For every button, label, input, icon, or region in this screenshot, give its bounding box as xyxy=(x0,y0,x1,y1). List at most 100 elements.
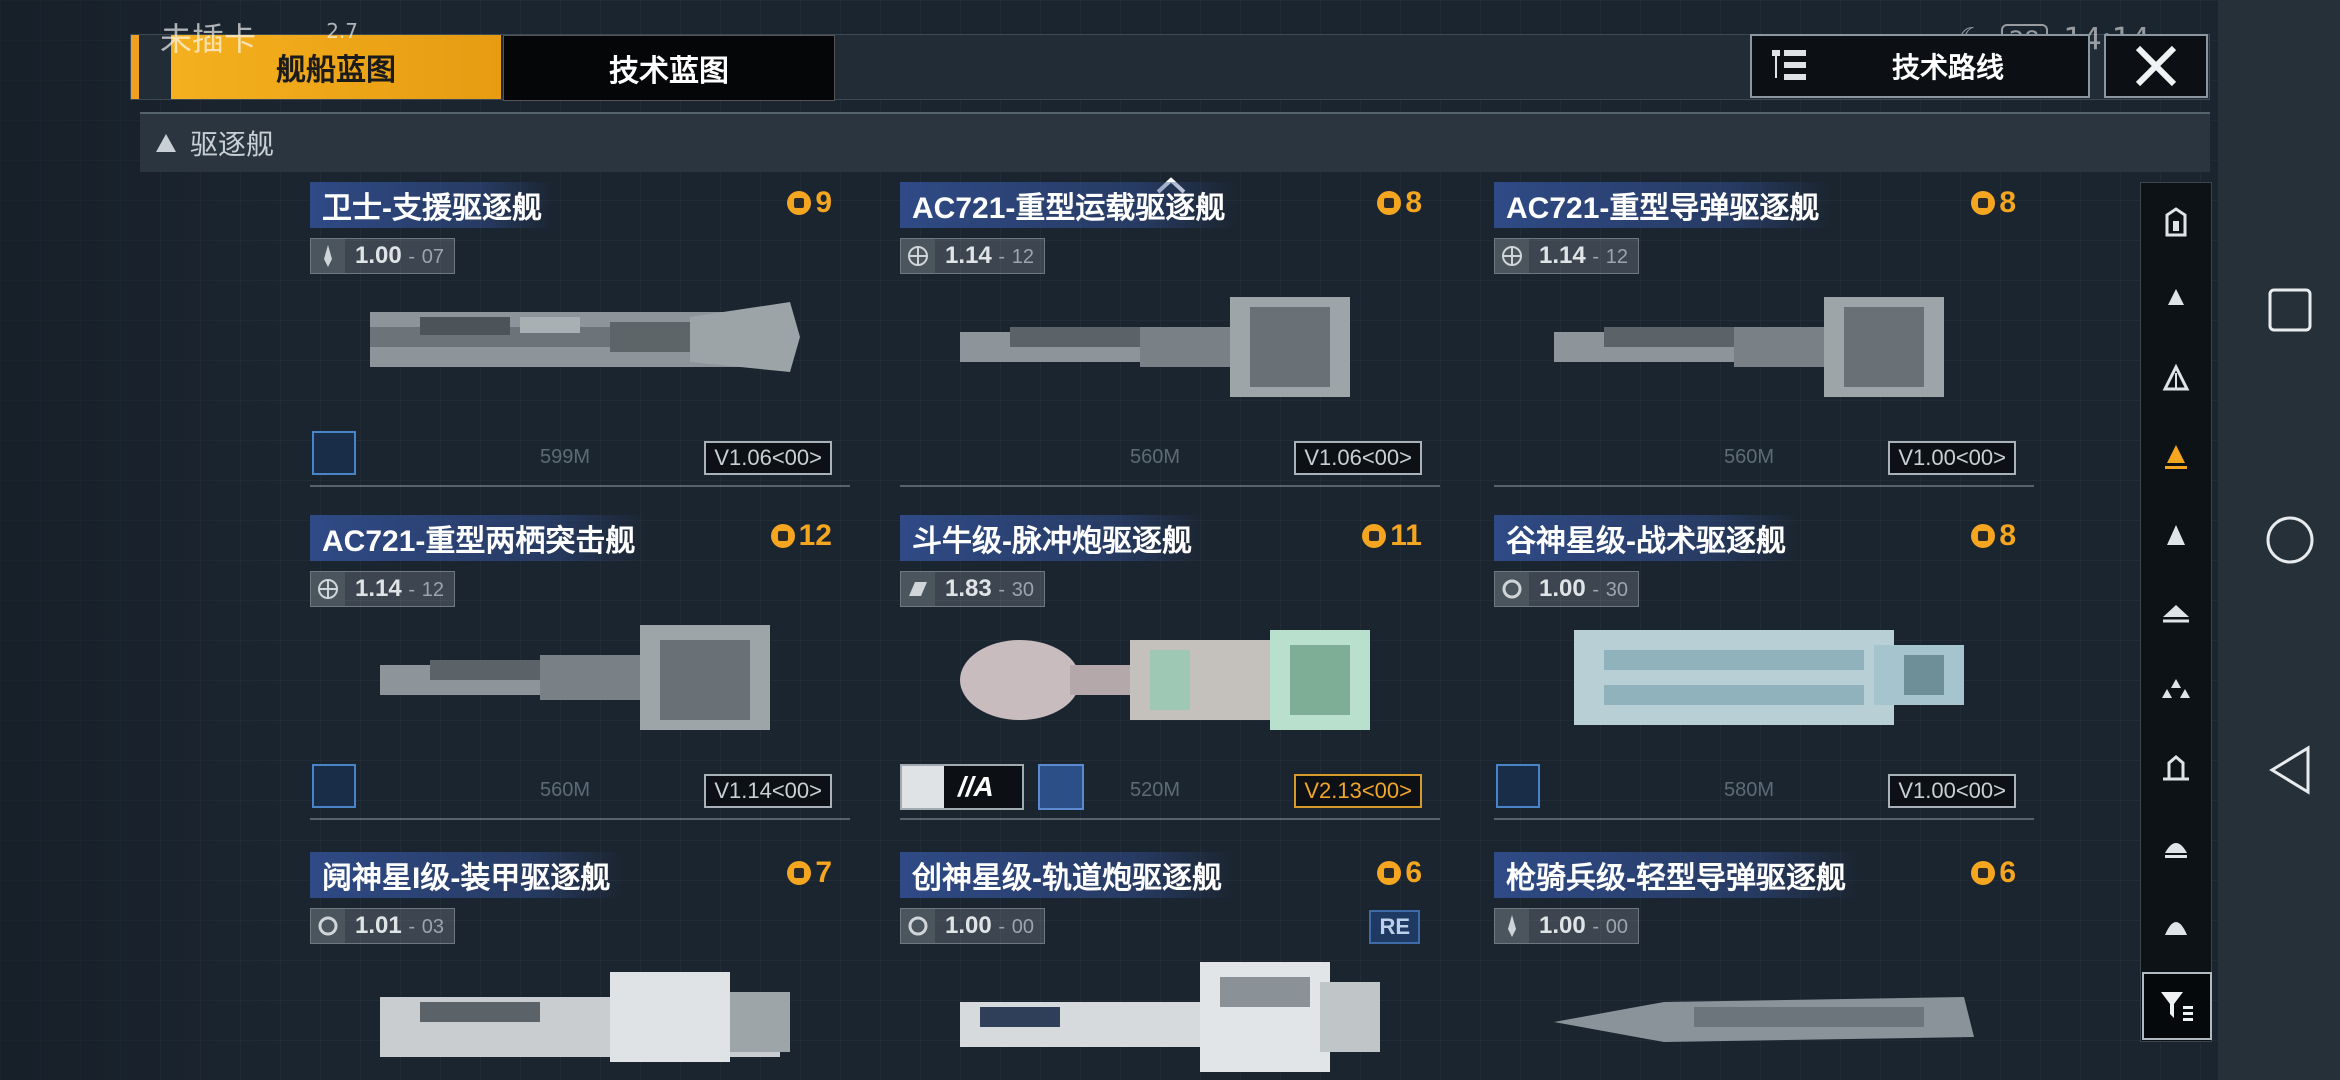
ship-cost: 8 xyxy=(1971,186,2016,220)
frigate-icon xyxy=(2167,525,2185,545)
ship-image xyxy=(370,302,800,372)
ship-version: V1.00<00> xyxy=(1888,441,2016,475)
ship-card[interactable]: AC721-重型运载驱逐舰 8 1.14 - 12 560M V1.06<00> xyxy=(900,182,1440,487)
recent-apps-button[interactable] xyxy=(2260,280,2320,340)
card-divider xyxy=(900,818,1440,820)
circle-icon xyxy=(2266,516,2314,564)
utility-ship-icon xyxy=(2165,922,2187,935)
chevron-rank-icon xyxy=(902,766,944,808)
filter-corvette[interactable] xyxy=(2141,573,2211,651)
ship-card[interactable]: 阋神星I级-装甲驱逐舰 7 1.01 - 03 xyxy=(310,852,850,1080)
corvette-icon xyxy=(2163,605,2189,623)
ship-spec: 1.00 - 00 xyxy=(1494,908,1639,944)
re-badge: RE xyxy=(1369,910,1420,944)
ship-name: 枪骑兵级-轻型导弹驱逐舰 xyxy=(1494,852,1858,898)
category-header[interactable]: 驱逐舰 xyxy=(140,112,2210,172)
tab-tech-blueprint[interactable]: 技术蓝图 xyxy=(503,35,835,101)
ship-length: 580M xyxy=(1724,779,1775,801)
filter-support[interactable] xyxy=(2141,807,2211,885)
fighter-icon xyxy=(2162,679,2190,698)
ship-card[interactable]: 斗牛级-脉冲炮驱逐舰 11 1.83 - 30 //A 520M V2.13<0… xyxy=(900,515,1440,820)
cost-coin-icon xyxy=(1377,861,1402,885)
fleet-tag-icon xyxy=(1496,764,1540,808)
rocket-icon xyxy=(311,239,345,273)
square-icon xyxy=(2268,288,2312,332)
ship-image xyxy=(380,972,790,1062)
ship-name: AC721-重型导弹驱逐舰 xyxy=(1494,182,1832,228)
ship-card[interactable]: AC721-重型导弹驱逐舰 8 1.14 - 12 560M V1.00<00> xyxy=(1494,182,2034,487)
ship-name: 卫士-支援驱逐舰 xyxy=(310,182,554,228)
cost-coin-icon xyxy=(787,191,812,215)
ship-image xyxy=(960,630,1370,730)
ship-spec: 1.00 - 00 xyxy=(900,908,1045,944)
ship-image xyxy=(960,297,1350,397)
card-divider xyxy=(900,485,1440,487)
ship-length: 560M xyxy=(540,779,591,801)
gear-icon xyxy=(901,909,935,943)
ship-cost: 6 xyxy=(1377,856,1422,890)
ship-length: 560M xyxy=(1130,446,1181,468)
globe-icon xyxy=(1495,239,1529,273)
cost-coin-icon xyxy=(1971,524,1996,548)
destroyer-class-icon xyxy=(156,134,176,152)
fleet-tag-icon xyxy=(312,431,356,475)
filter-battleship[interactable] xyxy=(2141,261,2211,339)
ship-cost: 6 xyxy=(1971,856,2016,890)
cost-coin-icon xyxy=(1377,191,1402,215)
ship-image xyxy=(1554,997,1974,1042)
filter-destroyer[interactable] xyxy=(2141,417,2211,495)
filter-button[interactable] xyxy=(2142,972,2212,1040)
tech-route-button[interactable]: 技术路线 xyxy=(1750,34,2090,98)
carrier-icon xyxy=(2165,207,2187,237)
support-ship-icon xyxy=(2165,843,2187,858)
globe-icon xyxy=(311,572,345,606)
class-filter-sidebar xyxy=(2140,182,2212,1042)
filter-fighter[interactable] xyxy=(2141,651,2211,729)
back-button[interactable] xyxy=(2260,740,2320,800)
station-icon xyxy=(2163,755,2189,781)
home-button[interactable] xyxy=(2260,510,2320,570)
filter-frigate[interactable] xyxy=(2141,495,2211,573)
ship-card[interactable]: 谷神星级-战术驱逐舰 8 1.00 - 30 580M V1.00<00> xyxy=(1494,515,2034,820)
ship-cost: 7 xyxy=(787,856,832,890)
rocket-icon xyxy=(1495,909,1529,943)
ship-cost: 11 xyxy=(1362,519,1422,553)
category-label: 驱逐舰 xyxy=(190,129,275,160)
status-bar-left: 未插卡 2.7 xyxy=(160,14,358,60)
ship-length: 520M xyxy=(1130,779,1181,801)
ship-card[interactable]: AC721-重型两栖突击舰 12 1.14 - 12 560M V1.14<00… xyxy=(310,515,850,820)
close-icon xyxy=(2135,45,2177,87)
filter-icon xyxy=(2161,992,2193,1021)
ship-spec: 1.00 - 30 xyxy=(1494,571,1639,607)
cost-coin-icon xyxy=(1971,191,1996,215)
ship-length: 560M xyxy=(1724,446,1775,468)
ship-card[interactable]: 卫士-支援驱逐舰 9 1.00 - 07 599M V1.06<00> xyxy=(310,182,850,487)
tier-tag: //A xyxy=(900,764,1024,810)
ship-name: 谷神星级-战术驱逐舰 xyxy=(1494,515,1798,561)
filter-cruiser[interactable] xyxy=(2141,339,2211,417)
gear-icon xyxy=(311,909,345,943)
ship-card[interactable]: 创神星级-轨道炮驱逐舰 6 RE 1.00 - 00 xyxy=(900,852,1440,1080)
gear-icon xyxy=(1495,572,1529,606)
card-divider xyxy=(1494,485,2034,487)
carrier-text: 未插卡 xyxy=(160,20,257,58)
ship-card[interactable]: 枪骑兵级-轻型导弹驱逐舰 6 1.00 - 00 xyxy=(1494,852,2034,1080)
cost-coin-icon xyxy=(1362,524,1387,548)
destroyer-icon xyxy=(2165,445,2187,469)
filter-utility[interactable] xyxy=(2141,885,2211,963)
ship-spec: 1.83 - 30 xyxy=(900,571,1045,607)
ship-length: 599M xyxy=(540,446,591,468)
ship-cost: 9 xyxy=(787,186,832,220)
ship-cost: 12 xyxy=(770,519,832,553)
card-divider xyxy=(310,818,850,820)
card-divider xyxy=(310,485,850,487)
fleet-tag-icon xyxy=(312,764,356,808)
cost-coin-icon xyxy=(1971,861,1996,885)
ship-image xyxy=(1574,630,1964,725)
battleship-icon xyxy=(2165,289,2187,311)
ship-version: V1.00<00> xyxy=(1888,774,2016,808)
close-button[interactable] xyxy=(2104,34,2208,98)
filter-carrier[interactable] xyxy=(2141,183,2211,261)
ship-spec: 1.14 - 12 xyxy=(900,238,1045,274)
filter-station[interactable] xyxy=(2141,729,2211,807)
